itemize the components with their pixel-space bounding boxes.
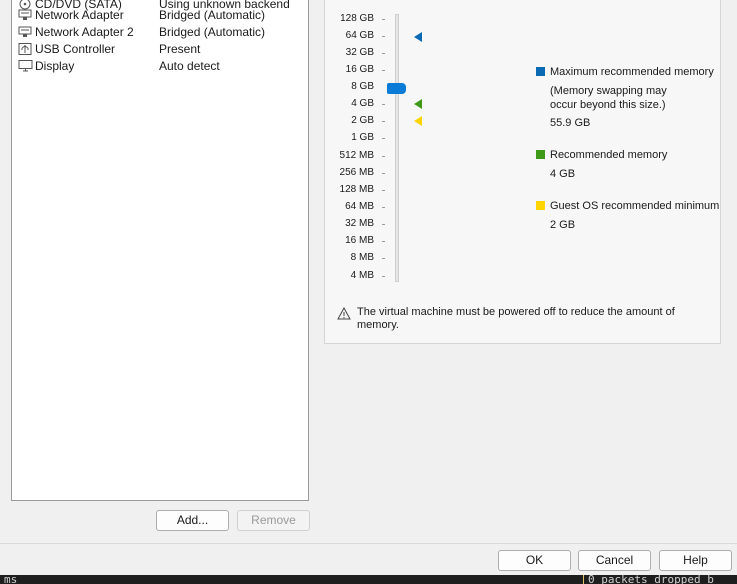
max-recommended-marker-icon <box>414 32 422 42</box>
max-recommended-title: Maximum recommended memory <box>550 66 714 78</box>
device-name: Network Adapter 2 <box>35 25 134 39</box>
memory-settings-group <box>324 0 721 344</box>
ok-button[interactable]: OK <box>498 550 571 571</box>
device-summary: Bridged (Automatic) <box>159 25 266 39</box>
memory-scale-label: 64 GB <box>345 30 374 41</box>
scale-tick <box>382 207 385 208</box>
max-recommended-legend-icon <box>536 67 545 76</box>
network-adapter-icon <box>18 26 32 37</box>
memory-scale-label: 128 GB <box>340 13 374 24</box>
memory-scale-label: 512 MB <box>339 150 374 161</box>
recommended-title: Recommended memory <box>550 149 668 161</box>
guest-os-minimum-legend-icon <box>536 201 545 210</box>
scale-tick <box>382 36 385 37</box>
device-row-network-adapter-2[interactable]: Network Adapter 2 Bridged (Automatic) <box>18 24 306 41</box>
memory-scale-label: 8 GB <box>351 81 374 92</box>
memory-scale-label: 8 MB <box>350 252 374 263</box>
memory-scale-label: 16 GB <box>345 64 374 75</box>
recommended-legend-icon <box>536 150 545 159</box>
scale-tick <box>382 138 385 139</box>
usb-controller-icon <box>18 43 32 55</box>
scale-tick <box>382 104 385 105</box>
memory-scale-label: 2 GB <box>351 115 374 126</box>
guest-os-minimum-value: 2 GB <box>550 219 576 231</box>
power-off-warning-text: The virtual machine must be powered off … <box>357 306 675 331</box>
recommended-value: 4 GB <box>550 168 576 180</box>
device-summary: Bridged (Automatic) <box>159 8 266 22</box>
device-name: USB Controller <box>35 42 116 56</box>
scale-tick <box>382 190 385 191</box>
max-recommended-note: (Memory swapping may occur beyond this s… <box>550 85 667 111</box>
memory-scale-label: 256 MB <box>339 167 374 178</box>
remove-device-button[interactable]: Remove <box>237 510 310 531</box>
device-summary: Auto detect <box>159 59 220 73</box>
guest-os-minimum-title: Guest OS recommended minimum <box>550 200 720 212</box>
warning-icon <box>337 307 351 320</box>
cancel-button[interactable]: Cancel <box>578 550 651 571</box>
scale-tick <box>382 70 385 71</box>
memory-scale-label: 32 MB <box>345 218 374 229</box>
memory-scale-label: 32 GB <box>345 47 374 58</box>
device-summary: Present <box>159 42 201 56</box>
hardware-device-list: CD/DVD (SATA) Using unknown backend Netw… <box>11 0 309 501</box>
memory-scale-label: 128 MB <box>339 184 374 195</box>
memory-slider-thumb[interactable] <box>387 83 406 94</box>
background-terminal-strip: ms 0 packets dropped b <box>0 575 737 584</box>
scale-tick <box>382 53 385 54</box>
dialog-footer-divider <box>0 543 737 544</box>
device-name: Network Adapter <box>35 8 124 22</box>
memory-scale-label: 1 GB <box>351 132 374 143</box>
scale-tick <box>382 258 385 259</box>
scale-tick <box>382 224 385 225</box>
device-name: Display <box>35 59 75 73</box>
network-adapter-icon <box>18 9 32 20</box>
memory-scale-label: 64 MB <box>345 201 374 212</box>
add-device-button[interactable]: Add... <box>156 510 229 531</box>
scale-tick <box>382 19 385 20</box>
memory-scale-label: 4 GB <box>351 98 374 109</box>
scale-tick <box>382 156 385 157</box>
max-recommended-value: 55.9 GB <box>550 117 591 129</box>
scale-tick <box>382 241 385 242</box>
display-icon <box>18 60 33 72</box>
device-row-display[interactable]: Display Auto detect <box>18 58 306 75</box>
help-button[interactable]: Help <box>659 550 732 571</box>
memory-scale-label: 16 MB <box>345 235 374 246</box>
memory-slider-track[interactable] <box>395 14 399 282</box>
memory-scale-label: 4 MB <box>350 270 374 281</box>
recommended-marker-icon <box>414 99 422 109</box>
scale-tick <box>382 276 385 277</box>
scale-tick <box>382 121 385 122</box>
device-row-network-adapter[interactable]: Network Adapter Bridged (Automatic) <box>18 7 306 24</box>
scale-tick <box>382 173 385 174</box>
guest-os-minimum-marker-icon <box>414 116 422 126</box>
device-row-usb-controller[interactable]: USB Controller Present <box>18 41 306 58</box>
terminal-text-left: ms <box>4 575 18 584</box>
terminal-text-right: 0 packets dropped b <box>583 575 714 584</box>
